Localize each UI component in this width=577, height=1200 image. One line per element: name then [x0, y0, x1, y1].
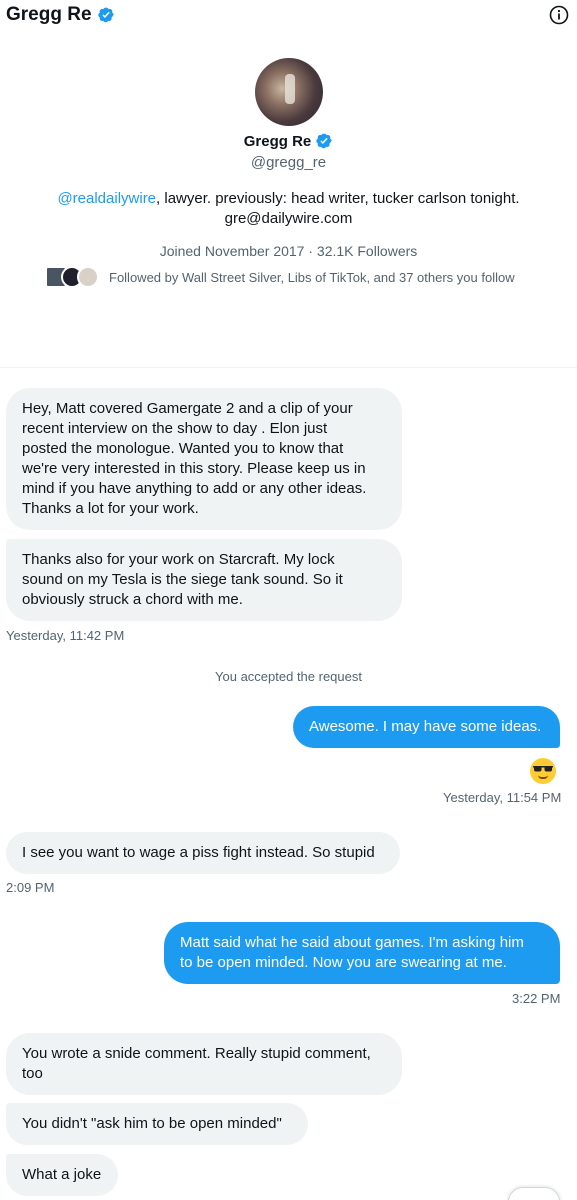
system-message: You accepted the request [215, 669, 362, 684]
message-timestamp: 3:22 PM [512, 991, 561, 1006]
message-line: Thanks a lot for your work. [22, 500, 199, 517]
message-bubble-sent[interactable]: Awesome. I may have some ideas. [293, 706, 560, 748]
header-name-text: Gregg Re [6, 4, 92, 25]
message-line: Thanks also for your work on Starcraft. … [22, 551, 335, 568]
message-line: mind if you have anything to add or any … [22, 480, 367, 497]
message-bubble-received[interactable]: Thanks also for your work on Starcraft. … [6, 539, 402, 621]
message-line: What a joke [22, 1166, 102, 1183]
message-line: Awesome. I may have some ideas. [309, 718, 542, 735]
profile-bio: @realdailywire, lawyer. previously: head… [0, 189, 577, 229]
profile-handle: @gregg_re [250, 154, 327, 171]
message-line: to be open minded. Now you are swearing … [180, 954, 507, 971]
scroll-to-bottom-button[interactable] [508, 1187, 560, 1200]
bio-text: , lawyer. previously: head writer, tucke… [156, 190, 520, 207]
message-line: we're very interested in this story. Ple… [22, 460, 366, 477]
message-line: too [22, 1065, 43, 1082]
bio-mention-link[interactable]: @realdailywire [57, 190, 156, 207]
message-line: You wrote a snide comment. Really stupid… [22, 1045, 371, 1062]
sunglasses-emoji-icon[interactable] [530, 758, 556, 784]
divider [0, 367, 577, 368]
message-timestamp: Yesterday, 11:42 PM [6, 628, 125, 643]
message-line: recent interview on the show to day . El… [22, 420, 328, 437]
message-line: obviously struck a chord with me. [22, 591, 243, 608]
message-line: posted the monologue. Wanted you to know… [22, 440, 344, 457]
message-bubble-received[interactable]: What a joke [6, 1154, 118, 1196]
follower-avatars [45, 266, 99, 288]
followed-by-row[interactable]: Followed by Wall Street Silver, Libs of … [45, 266, 565, 288]
sunglasses-icon [533, 766, 553, 772]
profile-name: Gregg Re [243, 132, 312, 150]
message-timestamp: 2:09 PM [6, 880, 55, 895]
profile-name-row: Gregg Re [0, 132, 577, 150]
top-bar: Gregg Re [0, 0, 577, 32]
message-line: Matt said what he said about games. I'm … [180, 934, 524, 951]
info-icon[interactable] [549, 5, 569, 25]
followed-by-text: Followed by Wall Street Silver, Libs of … [109, 269, 515, 285]
profile-meta: Joined November 2017 · 32.1K Followers [159, 243, 418, 259]
message-line: sound on my Tesla is the siege tank soun… [22, 571, 343, 588]
conversation-header-name[interactable]: Gregg Re [6, 4, 115, 26]
avatar[interactable] [254, 58, 323, 126]
message-line: You didn't "ask him to be open minded" [22, 1115, 282, 1132]
message-bubble-received[interactable]: I see you want to wage a piss fight inst… [6, 832, 400, 874]
message-line: I see you want to wage a piss fight inst… [22, 844, 375, 861]
message-bubble-received[interactable]: Hey, Matt covered Gamergate 2 and a clip… [6, 388, 402, 530]
message-line: Hey, Matt covered Gamergate 2 and a clip… [22, 400, 353, 417]
verified-badge-icon [316, 133, 332, 149]
message-bubble-sent[interactable]: Matt said what he said about games. I'm … [164, 922, 560, 984]
message-bubble-received[interactable]: You wrote a snide comment. Really stupid… [6, 1033, 402, 1095]
message-bubble-received[interactable]: You didn't "ask him to be open minded" [6, 1103, 308, 1145]
bio-email: gre@dailywire.com [224, 210, 353, 227]
verified-badge-icon [97, 7, 114, 23]
profile-card[interactable]: Gregg Re @gregg_re @realdailywire, lawye… [0, 58, 577, 288]
message-timestamp: Yesterday, 11:54 PM [443, 790, 562, 805]
